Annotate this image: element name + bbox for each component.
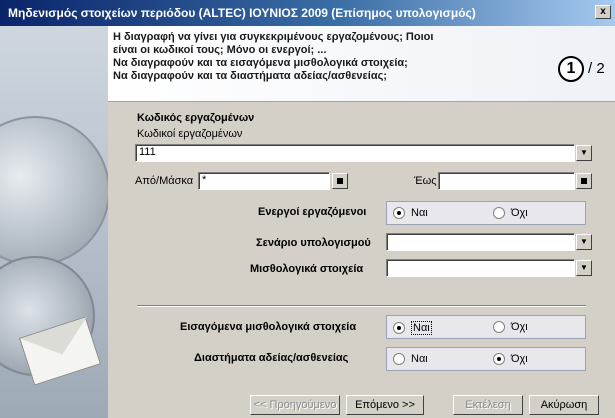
- header-line: Η διαγραφή να γίνει για συγκεκριμένους ε…: [113, 31, 434, 43]
- payroll-select[interactable]: [386, 259, 575, 277]
- header-line: είναι οι κωδικοί τους; Μόνο οι ενεργοί; …: [113, 44, 327, 56]
- codes-label: Κωδικοί εργαζομένων: [137, 128, 243, 140]
- close-button[interactable]: x: [595, 5, 611, 19]
- active-label: Ενεργοί εργαζόμενοι: [258, 206, 367, 218]
- leave-radio-group: Ναι Όχι: [386, 347, 586, 371]
- scenario-select[interactable]: [386, 233, 575, 251]
- radio-dot: [393, 353, 405, 365]
- divider: [137, 305, 586, 307]
- scenario-dropdown-button[interactable]: ▼: [576, 234, 592, 250]
- step-indicator: 1: [558, 56, 584, 82]
- title-bar: Μηδενισμός στοιχείων περιόδου (ALTEC) ΙΟ…: [0, 0, 615, 26]
- wizard-header: Η διαγραφή να γίνει για συγκεκριμένους ε…: [108, 26, 615, 102]
- step-total: / 2: [588, 60, 605, 77]
- window-title: Μηδενισμός στοιχείων περιόδου (ALTEC) ΙΟ…: [8, 6, 476, 20]
- payroll-label: Μισθολογικά στοιχεία: [250, 263, 364, 275]
- codes-dropdown-button[interactable]: ▼: [576, 145, 592, 161]
- radio-dot: [393, 322, 405, 334]
- to-input[interactable]: [438, 172, 575, 190]
- radio-dot: [493, 207, 505, 219]
- radio-dot: [393, 207, 405, 219]
- sidebar-image: [0, 26, 108, 418]
- active-no-radio[interactable]: Όχι: [493, 207, 528, 219]
- to-lookup-button[interactable]: [576, 173, 592, 189]
- imported-radio-group: Ναι Όχι: [386, 315, 586, 339]
- wizard-window: Η διαγραφή να γίνει για συγκεκριμένους ε…: [0, 26, 615, 418]
- previous-button[interactable]: << Προηγούμενο: [250, 395, 340, 415]
- section-title: Κωδικός εργαζομένων: [137, 112, 255, 124]
- button-bar: << Προηγούμενο Επόμενο >> Εκτέλεση Ακύρω…: [0, 392, 615, 418]
- radio-dot: [493, 353, 505, 365]
- from-input[interactable]: *: [198, 172, 330, 190]
- wizard-form: Κωδικός εργαζομένων Κωδικοί εργαζομένων …: [108, 102, 615, 392]
- header-line: Να διαγραφούν και τα εισαγόμενα μισθολογ…: [113, 57, 408, 69]
- imported-no-radio[interactable]: Όχι: [493, 321, 528, 333]
- leave-label: Διαστήματα αδείας/ασθενείας: [194, 352, 349, 364]
- payroll-dropdown-button[interactable]: ▼: [576, 260, 592, 276]
- execute-button[interactable]: Εκτέλεση: [453, 395, 523, 415]
- from-lookup-button[interactable]: [332, 173, 348, 189]
- cancel-button[interactable]: Ακύρωση: [529, 395, 599, 415]
- from-label: Από/Μάσκα: [135, 175, 194, 187]
- active-yes-radio[interactable]: Ναι: [393, 207, 428, 219]
- next-button[interactable]: Επόμενο >>: [346, 395, 424, 415]
- header-line: Να διαγραφούν και τα διαστήματα αδείας/α…: [113, 70, 387, 82]
- to-label: Έως: [414, 175, 437, 187]
- active-radio-group: Ναι Όχι: [386, 201, 586, 225]
- coin-image: [0, 116, 108, 266]
- leave-yes-radio[interactable]: Ναι: [393, 353, 428, 365]
- radio-dot: [493, 321, 505, 333]
- imported-label: Εισαγόμενα μισθολογικά στοιχεία: [180, 321, 357, 333]
- scenario-label: Σενάριο υπολογισμού: [256, 237, 371, 249]
- imported-yes-radio[interactable]: Ναι: [393, 321, 432, 335]
- codes-input[interactable]: 111: [135, 144, 575, 162]
- leave-no-radio[interactable]: Όχι: [493, 353, 528, 365]
